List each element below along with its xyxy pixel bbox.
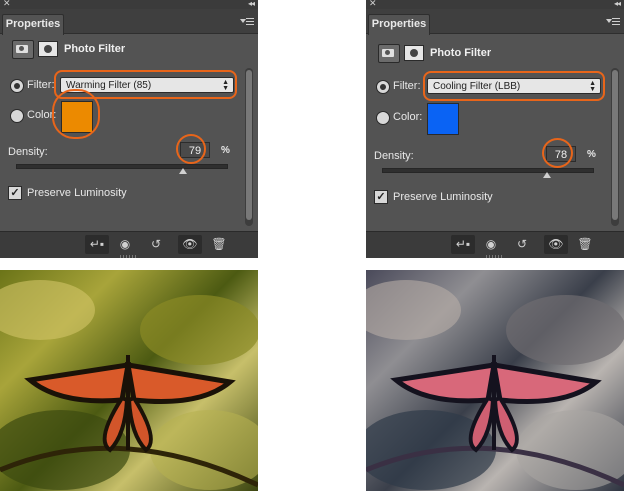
percent-label: % [221,145,230,156]
properties-panel-warming: ✕ ◂◂ Properties Photo Filter Filter: War… [0,0,258,258]
preserve-luminosity-label: Preserve Luminosity [27,187,127,199]
highlight-color-ring [52,89,100,139]
tab-properties[interactable]: Properties [368,14,430,35]
delete-icon[interactable]: 🗑 [573,235,597,254]
panel-header: Photo Filter [0,34,258,64]
tab-properties[interactable]: Properties [2,14,64,35]
view-previous-icon[interactable]: ◉ [113,235,137,254]
filter-label: Filter: [27,79,55,91]
panel-title: Photo Filter [430,47,492,59]
color-radio[interactable] [10,109,24,123]
filter-label: Filter: [393,80,421,92]
density-label: Density: [8,146,48,158]
density-slider[interactable] [16,164,228,174]
collapse-icon[interactable]: ◂◂ [248,0,255,9]
view-previous-icon[interactable]: ◉ [479,235,503,254]
color-label: Color: [393,111,423,123]
adjustment-icon[interactable] [378,44,400,63]
tab-row: Properties [366,9,624,35]
highlight-density-ring [542,138,573,168]
collapse-icon[interactable]: ◂◂ [614,0,621,9]
color-radio[interactable] [376,111,390,125]
delete-icon[interactable]: 🗑 [207,235,231,254]
filter-radio[interactable] [10,79,24,93]
highlight-filter-ring [423,71,605,101]
tab-row: Properties [0,9,258,35]
preserve-luminosity-checkbox[interactable]: ✓ [374,190,388,204]
panel-scrollbar[interactable] [245,68,253,226]
color-swatch[interactable] [427,103,459,135]
close-icon[interactable]: ✕ [369,0,377,9]
properties-panel-cooling: ✕ ◂◂ Properties Photo Filter Filter: Coo… [366,0,624,258]
resize-grip[interactable] [486,255,504,258]
visibility-icon[interactable]: 👁 [178,235,202,254]
panel-menu-icon[interactable] [240,17,254,26]
reset-icon[interactable]: ↺ [144,235,168,254]
close-icon[interactable]: ✕ [3,0,11,9]
reset-icon[interactable]: ↺ [510,235,534,254]
percent-label: % [587,149,596,160]
panel-bottom-bar: ↵▪ ◉ ↺ 👁 🗑 [0,231,258,258]
density-slider-thumb[interactable] [178,168,187,174]
highlight-density-ring [176,134,206,164]
panel-bottom-bar: ↵▪ ◉ ↺ 👁 🗑 [366,231,624,258]
preserve-luminosity-checkbox[interactable]: ✓ [8,186,22,200]
density-slider[interactable] [382,168,594,178]
panel-header: Photo Filter [366,38,624,68]
mask-icon[interactable] [404,45,424,61]
butterfly-illustration [366,280,624,490]
panel-menu-icon[interactable] [606,17,620,26]
mask-icon[interactable] [38,41,58,57]
photo-cool-butterfly [366,270,624,491]
preserve-luminosity-label: Preserve Luminosity [393,191,493,203]
panel-title: Photo Filter [64,43,126,55]
adjustment-icon[interactable] [12,40,34,59]
panel-top-bar: ✕ ◂◂ [0,0,258,9]
density-slider-thumb[interactable] [542,172,551,178]
clip-to-layer-icon[interactable]: ↵▪ [85,235,109,254]
filter-radio[interactable] [376,80,390,94]
photo-warm-butterfly [0,270,258,491]
resize-grip[interactable] [120,255,138,258]
visibility-icon[interactable]: 👁 [544,235,568,254]
panel-scrollbar[interactable] [611,68,619,226]
density-label: Density: [374,150,414,162]
butterfly-illustration [0,280,258,490]
panel-top-bar: ✕ ◂◂ [366,0,624,9]
clip-to-layer-icon[interactable]: ↵▪ [451,235,475,254]
